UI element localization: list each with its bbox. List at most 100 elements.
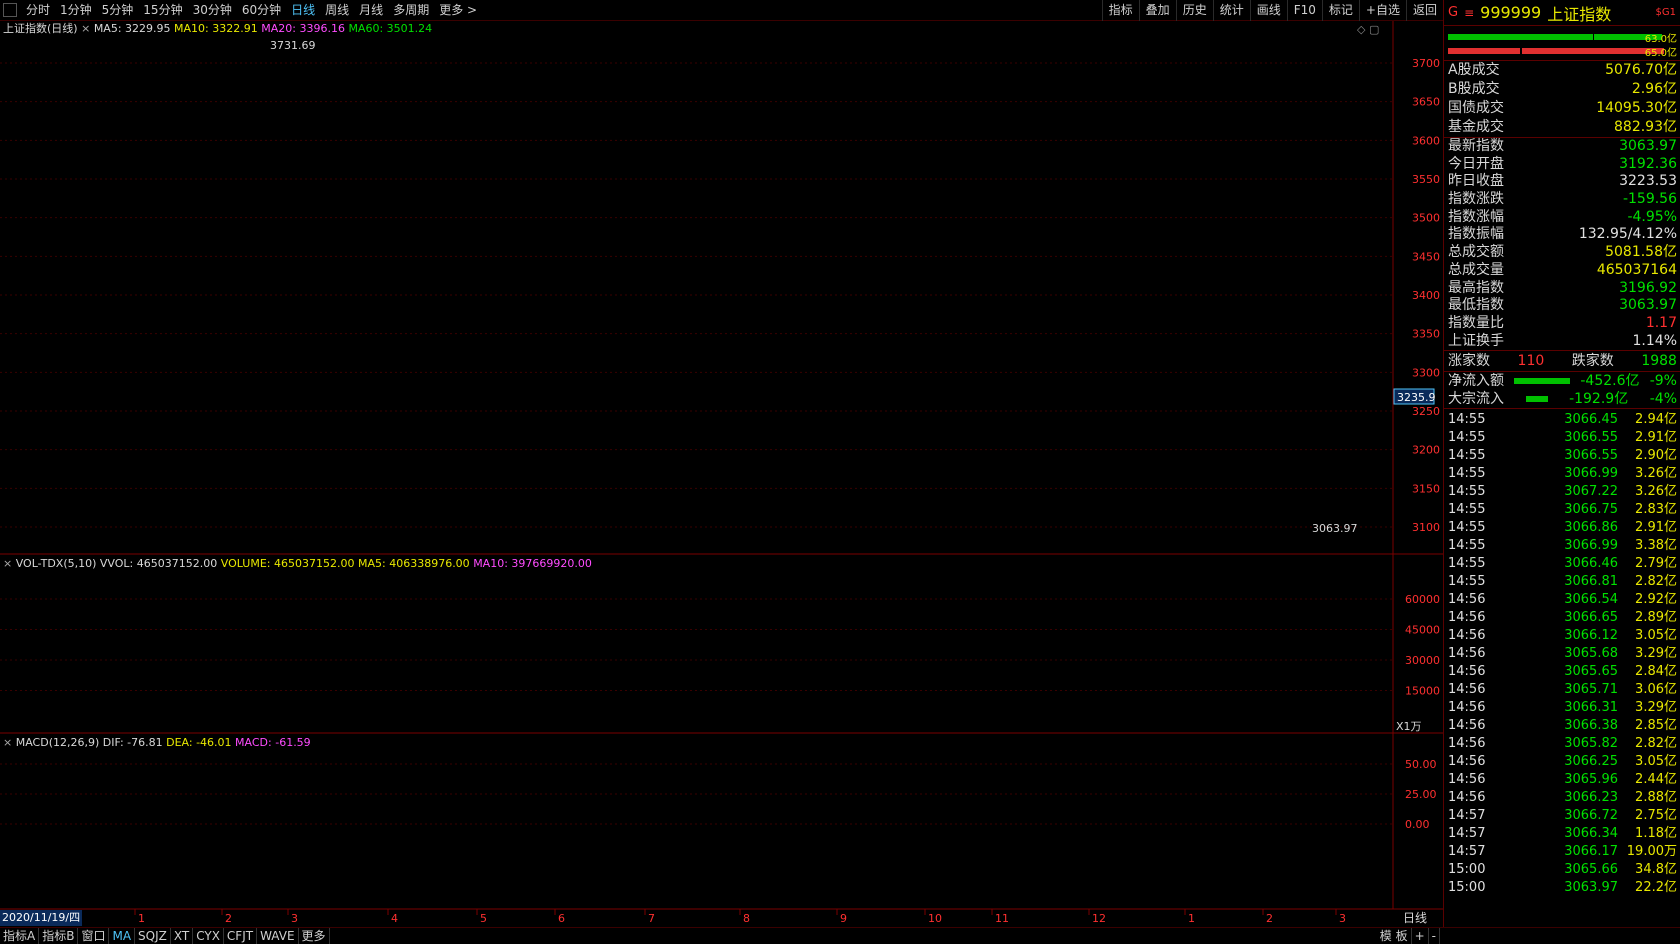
tick-row: 14:56 3066.25 3.05亿 (1444, 753, 1680, 771)
tick-volume: 3.05亿 (1635, 628, 1677, 644)
tick-price: 3065.65 (1564, 664, 1618, 680)
period-label: 日线 (1403, 911, 1428, 925)
volume-tick: 60000 (1405, 593, 1440, 606)
price-tick: 3150 (1412, 482, 1440, 495)
index-stat-value: 5081.58亿 (1605, 244, 1677, 261)
high-marker-label: 3731.69 (270, 39, 316, 52)
volume-tick: 30000 (1405, 654, 1440, 667)
turnover-value: 882.93亿 (1614, 119, 1677, 135)
volume-tick: 15000 (1405, 685, 1440, 698)
tick-volume: 2.89亿 (1635, 610, 1677, 626)
tick-time: 14:55 (1448, 466, 1486, 482)
tool-button[interactable]: 标记 (1321, 0, 1359, 21)
tick-row: 14:56 3066.12 3.05亿 (1444, 627, 1680, 645)
volume-pane-close-icon[interactable]: × (3, 557, 12, 570)
tool-button[interactable]: 指标 (1101, 0, 1139, 21)
period-tab[interactable]: 15分钟 (138, 0, 187, 21)
tool-button[interactable]: 叠加 (1138, 0, 1176, 21)
tick-time: 14:56 (1448, 718, 1486, 734)
period-tab[interactable]: 60分钟 (237, 0, 286, 21)
tick-volume: 1.18亿 (1635, 826, 1677, 842)
template-control[interactable]: 模 板 (1377, 928, 1412, 944)
tick-row: 14:56 3066.31 3.29亿 (1444, 699, 1680, 717)
tick-price: 3066.75 (1564, 502, 1618, 518)
menu-icon[interactable]: ≡ (1464, 6, 1474, 20)
index-stat-label: 指数涨幅 (1448, 208, 1504, 225)
index-stat-row: 指数涨幅 -4.95% (1444, 209, 1680, 227)
month-tick-label: 1 (138, 912, 145, 925)
tick-list[interactable]: 14:55 3066.45 2.94亿 14:55 3066.55 2.91亿 14:55 3… (1444, 408, 1680, 897)
tick-volume: 3.38亿 (1635, 538, 1677, 554)
indicator-tab[interactable]: MA (109, 928, 136, 944)
group-badge: $G1 (1655, 7, 1676, 18)
dif-legend: DIF: -76.81 (102, 736, 163, 749)
buy-bar-value: 63.0亿 (1644, 34, 1677, 45)
tool-button[interactable]: +自选 (1358, 0, 1406, 21)
volume-pane-title: VOL-TDX(5,10) (15, 557, 97, 570)
indicator-tabbar: 指标A 指标B 窗口 MA SQJZ XT CYX CFJT WAVE 更多 模 板 + - (0, 927, 1680, 944)
index-stat-value: 1.14% (1632, 332, 1677, 349)
macd-pane-close-icon[interactable]: × (3, 736, 12, 749)
period-tab[interactable]: 5分钟 (97, 0, 139, 21)
month-tick-label: 5 (480, 912, 487, 925)
pane-config-icon[interactable]: ◇ ▢ (1357, 23, 1379, 36)
turnover-value: 5076.70亿 (1605, 62, 1677, 78)
tick-time: 14:55 (1448, 520, 1486, 536)
index-stat-value: 465037164 (1596, 261, 1677, 278)
index-stat-label: 最新指数 (1448, 138, 1504, 154)
index-stat-row: 最新指数 3063.97 (1444, 138, 1680, 156)
month-tick-label: 10 (928, 912, 942, 925)
month-tick-label: 9 (840, 912, 847, 925)
period-tab[interactable]: 分时 (21, 0, 55, 21)
macd-pane-title: MACD(12,26,9) (15, 736, 100, 749)
tick-row: 14:55 3066.86 2.91亿 (1444, 519, 1680, 537)
indicator-tab[interactable]: 指标A (0, 928, 40, 944)
tick-time: 14:55 (1448, 484, 1486, 500)
template-control[interactable]: + (1412, 928, 1429, 944)
index-stat-row: 最高指数 3196.92 (1444, 280, 1680, 298)
indicator-tab[interactable]: 更多 (299, 928, 330, 944)
volume-legend: VOLUME: 465037152.00 (220, 557, 355, 570)
tick-time: 14:57 (1448, 826, 1486, 842)
tick-row: 14:55 3066.75 2.83亿 (1444, 501, 1680, 519)
indicator-tab[interactable]: SQJZ (135, 928, 171, 944)
indicator-tab[interactable]: WAVE (257, 928, 299, 944)
period-tab[interactable]: 30分钟 (188, 0, 237, 21)
macd-axis-ticks: 50.00 25.00 0.00 (1405, 758, 1437, 831)
period-tab[interactable]: 日线 (286, 0, 320, 21)
main-pane-close-icon[interactable]: × (81, 22, 90, 35)
tool-button[interactable]: 历史 (1175, 0, 1213, 21)
tick-row: 15:00 3065.66 34.8亿 (1444, 861, 1680, 879)
tick-row: 14:55 3066.55 2.91亿 (1444, 429, 1680, 447)
template-control[interactable]: - (1429, 928, 1440, 944)
menu-square-icon[interactable] (3, 3, 17, 17)
volume-tick: 45000 (1405, 624, 1440, 637)
period-tab[interactable]: 1分钟 (55, 0, 97, 21)
month-tick-label: 2 (225, 912, 232, 925)
indicator-tab[interactable]: CFJT (224, 928, 258, 944)
tick-volume: 2.90亿 (1635, 448, 1677, 464)
indicator-tab[interactable]: XT (171, 928, 194, 944)
tick-row: 14:57 3066.72 2.75亿 (1444, 807, 1680, 825)
indicator-tab[interactable]: 指标B (39, 928, 79, 944)
chart-canvas: 3700365036003550350034503400335033003250… (0, 21, 1443, 925)
tick-row: 14:56 3065.71 3.06亿 (1444, 681, 1680, 699)
indicator-tab[interactable]: CYX (193, 928, 224, 944)
tick-row: 14:56 3066.38 2.85亿 (1444, 717, 1680, 735)
indicator-tab[interactable]: 窗口 (78, 928, 110, 944)
turnover-label: 基金成交 (1448, 119, 1504, 135)
tool-button[interactable]: 统计 (1212, 0, 1250, 21)
tool-button[interactable]: 画线 (1249, 0, 1287, 21)
period-tab[interactable]: 更多 > (434, 0, 482, 21)
period-tab[interactable]: 月线 (354, 0, 388, 21)
tick-row: 14:56 3066.23 2.88亿 (1444, 789, 1680, 807)
tick-row: 14:57 3066.17 19.00万 (1444, 843, 1680, 861)
security-code: 999999 (1480, 3, 1542, 22)
period-tab[interactable]: 周线 (320, 0, 354, 21)
period-tab[interactable]: 多周期 (388, 0, 434, 21)
tick-volume: 2.83亿 (1635, 502, 1677, 518)
tool-button[interactable]: F10 (1286, 0, 1322, 21)
tool-button[interactable]: 返回 (1405, 0, 1443, 21)
index-stat-row: 昨日收盘 3223.53 (1444, 173, 1680, 191)
month-tick-label: 3 (1339, 912, 1346, 925)
